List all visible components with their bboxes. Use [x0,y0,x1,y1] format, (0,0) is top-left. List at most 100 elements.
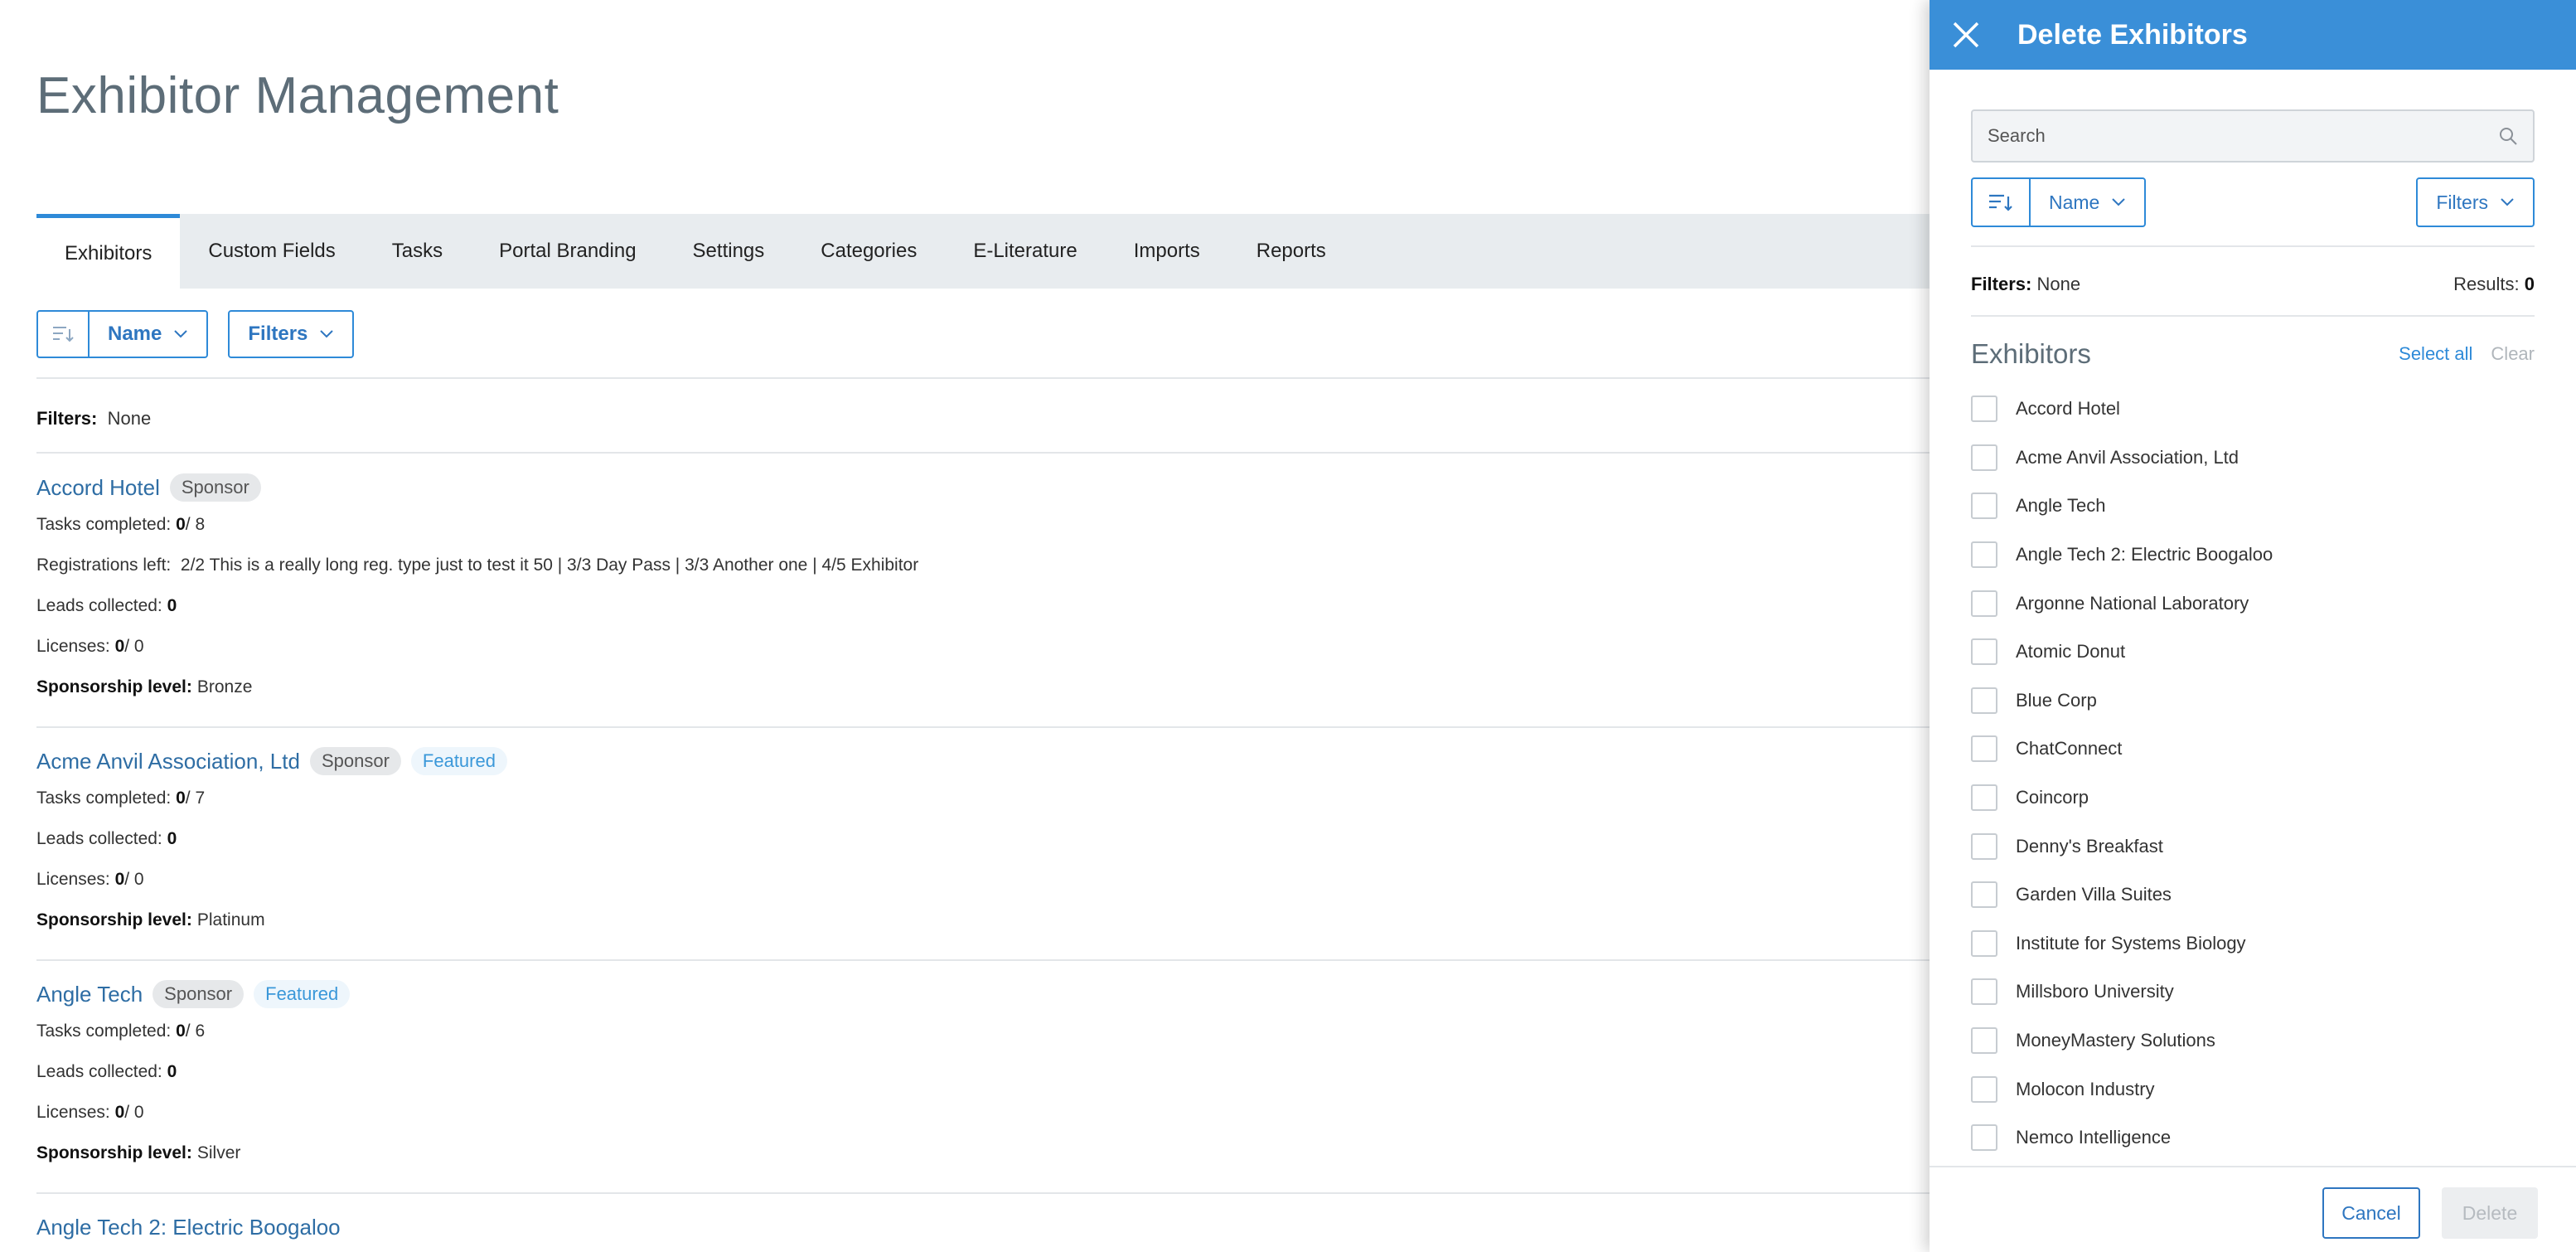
checkbox[interactable] [1971,978,1997,1006]
tab-categories[interactable]: Categories [792,214,945,289]
checkbox[interactable] [1971,541,1997,569]
checkbox[interactable] [1971,832,1997,860]
exhibitor-checkbox-item[interactable]: Garden Villa Suites [1971,871,2535,920]
divider [1971,315,2535,317]
exhibitor-name-link[interactable]: Accord Hotel [36,475,160,501]
featured-badge: Featured [410,747,507,775]
tab-reports[interactable]: Reports [1228,214,1354,289]
exhibitor-checkbox-label: Acme Anvil Association, Ltd [2016,446,2239,468]
panel-sort-field-dropdown[interactable]: Name [2031,179,2144,226]
checkbox[interactable] [1971,1124,1997,1152]
exhibitor-checkbox-item[interactable]: Argonne National Laboratory [1971,579,2535,628]
exhibitor-record-header: Acme Anvil Association, Ltd Sponsor Feat… [36,745,1930,778]
exhibitor-checkbox-item[interactable]: Denny's Breakfast [1971,822,2535,871]
exhibitor-checkbox-item[interactable]: ChatConnect [1971,725,2535,774]
checkbox[interactable] [1971,881,1997,909]
tab-settings[interactable]: Settings [665,214,793,289]
licenses: Licenses: 0 / 0 [36,1102,144,1122]
divider [36,959,1930,961]
panel-footer: Cancel Delete [1930,1166,2576,1252]
cancel-button[interactable]: Cancel [2322,1187,2420,1239]
checkbox[interactable] [1971,444,1997,471]
panel-sort-field-label: Name [2049,191,2100,213]
checkbox[interactable] [1971,929,1997,957]
sponsor-badge: Sponsor [309,747,401,775]
registrations-left: Registrations left: 2/2 This is a really… [36,555,919,575]
exhibitor-checkbox-item[interactable]: Angle Tech 2: Electric Boogaloo [1971,531,2535,580]
exhibitor-checkbox-label: Garden Villa Suites [2016,884,2172,905]
exhibitor-checkbox-list: Accord Hotel Acme Anvil Association, Ltd A… [1971,385,2535,1162]
exhibitor-checkbox-label: Molocon Industry [2016,1078,2155,1099]
checkbox[interactable] [1971,1075,1997,1103]
exhibitor-checkbox-item[interactable]: Institute for Systems Biology [1971,920,2535,968]
clear-link[interactable]: Clear [2491,343,2535,365]
tab-custom-fields[interactable]: Custom Fields [180,214,363,289]
search-icon [2500,128,2517,145]
checkbox[interactable] [1971,638,1997,666]
checkbox[interactable] [1971,590,1997,617]
tasks-completed: Tasks completed: 0 / 8 [36,514,206,534]
tab-exhibitors[interactable]: Exhibitors [36,214,181,289]
exhibitor-name-link[interactable]: Angle Tech 2: Electric Boogaloo [36,1215,341,1240]
tab-imports[interactable]: Imports [1106,214,1228,289]
featured-badge: Featured [254,980,351,1008]
panel-filters-summary: Filters: None Results: 0 [1971,274,2535,295]
divider [36,1192,1930,1194]
sort-field-label: Name [108,323,162,345]
exhibitor-name-link[interactable]: Acme Anvil Association, Ltd [36,749,300,774]
exhibitor-checkbox-item[interactable]: Coincorp [1971,774,2535,823]
panel-filters-button-label: Filters [2436,191,2488,213]
leads-collected: Leads collected: 0 [36,828,177,848]
exhibitor-checkbox-item[interactable]: Accord Hotel [1971,385,2535,434]
exhibitor-record-header: Angle Tech Sponsor Featured [36,978,1930,1011]
close-icon [1953,22,1979,48]
sort-icon [53,327,74,342]
tab-e-literature[interactable]: E-Literature [945,214,1105,289]
exhibitor-checkbox-item[interactable]: Acme Anvil Association, Ltd [1971,434,2535,483]
exhibitor-record: Acme Anvil Association, Ltd Sponsor Feat… [36,745,1930,940]
panel-active-filters: Filters: None [1971,274,2081,294]
panel-sort-direction-button[interactable] [1973,179,2031,226]
exhibitor-checkbox-item[interactable]: Molocon Industry [1971,1065,2535,1114]
filters-button[interactable]: Filters [228,310,355,358]
panel-filters-button[interactable]: Filters [2416,177,2535,227]
checkbox[interactable] [1971,735,1997,763]
exhibitor-checkbox-item[interactable]: Millsboro University [1971,968,2535,1017]
exhibitor-record: Accord Hotel Sponsor Tasks completed: 0 … [36,471,1930,707]
delete-exhibitors-panel: Delete Exhibitors Name [1930,0,2576,1252]
licenses: Licenses: 0 / 0 [36,869,144,889]
close-panel-button[interactable] [1948,17,1984,53]
exhibitor-checkbox-label: Blue Corp [2016,689,2097,711]
checkbox[interactable] [1971,1027,1997,1055]
main-content: Exhibitor Management Exhibitors Custom Fi… [0,0,1930,1252]
search-input[interactable] [1988,125,2498,147]
sponsorship-level: Sponsorship level: Bronze [36,677,253,696]
sort-field-dropdown[interactable]: Name [90,312,206,357]
exhibitor-record-header: Accord Hotel Sponsor [36,471,1930,504]
sponsorship-level: Sponsorship level: Platinum [36,910,265,929]
select-all-link[interactable]: Select all [2399,343,2472,365]
exhibitor-name-link[interactable]: Angle Tech [36,982,143,1007]
filters-value: None [107,408,152,429]
licenses: Licenses: 0 / 0 [36,636,144,656]
checkbox[interactable] [1971,687,1997,714]
checkbox[interactable] [1971,493,1997,520]
tasks-completed: Tasks completed: 0 / 7 [36,788,206,808]
divider [36,377,1930,379]
exhibitor-checkbox-label: Nemco Intelligence [2016,1127,2172,1148]
tab-portal-branding[interactable]: Portal Branding [471,214,664,289]
exhibitor-checkbox-item[interactable]: Nemco Intelligence [1971,1114,2535,1162]
checkbox[interactable] [1971,784,1997,812]
delete-button[interactable]: Delete [2442,1187,2538,1239]
exhibitor-checkbox-item[interactable]: Blue Corp [1971,677,2535,725]
exhibitor-record: Angle Tech Sponsor Featured Tasks comple… [36,978,1930,1173]
exhibitor-checkbox-item[interactable]: Atomic Donut [1971,628,2535,677]
sponsor-badge: Sponsor [169,473,261,502]
sort-direction-button[interactable] [38,312,90,357]
tab-tasks[interactable]: Tasks [364,214,471,289]
exhibitor-checkbox-label: Accord Hotel [2016,398,2120,420]
exhibitor-checkbox-item[interactable]: Angle Tech [1971,482,2535,531]
exhibitor-checkbox-item[interactable]: MoneyMastery Solutions [1971,1017,2535,1065]
checkbox[interactable] [1971,395,1997,423]
exhibitor-checkbox-label: MoneyMastery Solutions [2016,1030,2215,1051]
